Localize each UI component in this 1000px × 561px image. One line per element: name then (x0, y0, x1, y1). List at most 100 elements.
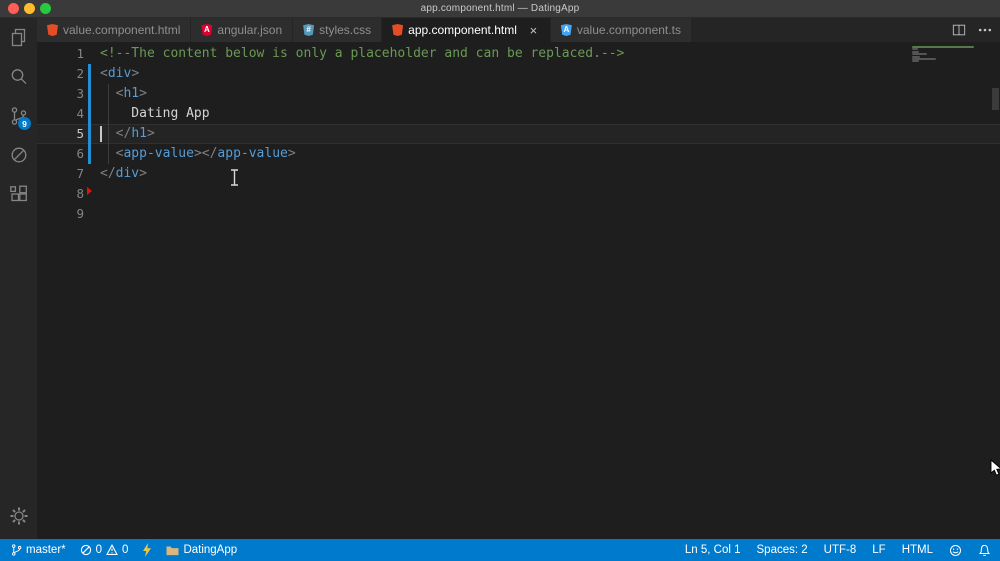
line-code: Dating App (100, 106, 210, 121)
line-number: 8 (76, 186, 84, 201)
errors-count: 0 (95, 544, 103, 556)
window-title: app.component.html — DatingApp (420, 3, 580, 14)
bell-icon (979, 544, 990, 556)
html-file-icon (392, 24, 404, 36)
encoding-label: UTF-8 (823, 544, 857, 556)
debug-icon[interactable] (0, 135, 37, 174)
angular-file-icon: A (201, 24, 213, 36)
indentation-label: Spaces: 2 (756, 544, 808, 556)
folder-indicator[interactable]: DatingApp (165, 539, 238, 561)
angular-ts-file-icon: A (560, 24, 572, 36)
more-actions-icon[interactable] (978, 23, 992, 37)
line-code: <!--The content below is only a placehol… (100, 46, 625, 61)
editor-line-2[interactable]: 2 <div> (37, 64, 1000, 84)
tab-label: angular.json (217, 23, 283, 37)
line-code: </h1> (115, 126, 155, 141)
search-icon[interactable] (0, 57, 37, 96)
minimap-line (912, 60, 920, 63)
line-number: 5 (76, 126, 84, 141)
editor-line-7[interactable]: 7 </div> (37, 164, 1000, 184)
indentation-indicator[interactable]: Spaces: 2 (756, 539, 809, 561)
line-number: 9 (76, 206, 84, 221)
feedback-smiley[interactable] (948, 539, 963, 561)
line-gutter (84, 44, 100, 64)
folder-label: DatingApp (183, 544, 238, 556)
line-code: <app-value></app-value> (115, 146, 296, 161)
line-code: </div> (100, 166, 147, 181)
close-window-button[interactable] (8, 3, 19, 14)
extensions-icon[interactable] (0, 174, 37, 213)
editor-line-4[interactable]: 4 Dating App (37, 104, 1000, 124)
indent-guide (108, 84, 109, 164)
editor-line-9[interactable]: 9 (37, 204, 1000, 224)
editor-line-5[interactable]: 5 </h1> (37, 124, 1000, 144)
editor-actions (952, 18, 992, 42)
tab-bar-tabs: value.component.html Aangular.json # styles… (37, 18, 692, 42)
tab-label: value.component.ts (576, 23, 681, 37)
editor-line-8[interactable]: 8 (37, 184, 1000, 204)
minimize-window-button[interactable] (24, 3, 35, 14)
tab-value.component.ts[interactable]: Avalue.component.ts (550, 18, 692, 42)
language-mode-indicator[interactable]: HTML (901, 539, 934, 561)
minimap-line (912, 46, 975, 48)
split-editor-icon[interactable] (952, 23, 966, 37)
tab-app.component.html[interactable]: app.component.html × (382, 18, 551, 42)
tab-styles.css[interactable]: # styles.css (293, 18, 383, 42)
line-gutter (84, 204, 100, 224)
eol-indicator[interactable]: LF (871, 539, 886, 561)
notifications-bell[interactable] (977, 539, 992, 561)
smiley-icon (949, 544, 962, 556)
git-gutter-modified (84, 84, 100, 104)
line-code: <h1> (115, 86, 147, 101)
line-number: 7 (76, 166, 84, 181)
status-bar: master* 0 0 DatingApp Ln 5, Col 1 Spaces… (0, 539, 1000, 561)
editor-line-1[interactable]: 1 <!--The content below is only a placeho… (37, 44, 1000, 64)
title-bar: app.component.html — DatingApp (0, 0, 1000, 18)
git-gutter-removed (84, 184, 100, 204)
problems-indicator[interactable]: 0 0 (79, 539, 130, 561)
settings-gear-icon[interactable] (0, 505, 37, 527)
traffic-lights (8, 3, 51, 14)
editor-pane: 1 <!--The content below is only a placeho… (37, 42, 1000, 539)
line-gutter (84, 164, 100, 184)
source-control-badge: 9 (18, 117, 31, 130)
minimap-line (912, 53, 927, 56)
vscode-window: app.component.html — DatingApp 9 value.c… (0, 0, 1000, 561)
html-file-icon (47, 24, 58, 36)
tab-bar: value.component.html Aangular.json # styles… (37, 18, 1000, 42)
activity-bar: 9 (0, 18, 37, 539)
minimap[interactable] (910, 44, 988, 164)
line-number: 2 (76, 66, 84, 81)
editor-line-3[interactable]: 3 <h1> (37, 84, 1000, 104)
css-file-icon: # (303, 24, 315, 36)
zoom-window-button[interactable] (40, 3, 51, 14)
git-branch-label: master* (26, 544, 66, 556)
scrollbar-thumb[interactable] (992, 88, 999, 110)
zap-indicator[interactable] (141, 539, 153, 561)
line-number: 6 (76, 146, 84, 161)
git-gutter-modified (84, 104, 100, 124)
git-branch-icon (12, 544, 22, 556)
tab-label: value.component.html (63, 23, 181, 37)
text-caret (100, 126, 102, 142)
git-gutter-modified (84, 124, 100, 144)
line-code: <div> (100, 66, 140, 81)
folder-icon (166, 546, 179, 555)
explorer-icon[interactable] (0, 18, 37, 57)
code-area[interactable]: 1 <!--The content below is only a placeho… (37, 44, 1000, 224)
warnings-count: 0 (122, 544, 129, 556)
tab-angular.json[interactable]: Aangular.json (191, 18, 294, 42)
editor-line-6[interactable]: 6 <app-value></app-value> (37, 144, 1000, 164)
git-branch-indicator[interactable]: master* (10, 539, 67, 561)
eol-label: LF (872, 544, 886, 556)
source-control-icon[interactable]: 9 (0, 96, 37, 135)
cursor-position-label: Ln 5, Col 1 (684, 544, 741, 556)
tab-value.component.html[interactable]: value.component.html (37, 18, 192, 42)
git-gutter-modified (84, 64, 100, 84)
tab-close-button[interactable]: × (527, 24, 540, 37)
cursor-position-indicator[interactable]: Ln 5, Col 1 (684, 539, 742, 561)
line-number: 3 (76, 86, 84, 101)
encoding-indicator[interactable]: UTF-8 (823, 539, 858, 561)
warnings-icon (106, 544, 118, 555)
tab-label: app.component.html (408, 23, 517, 37)
